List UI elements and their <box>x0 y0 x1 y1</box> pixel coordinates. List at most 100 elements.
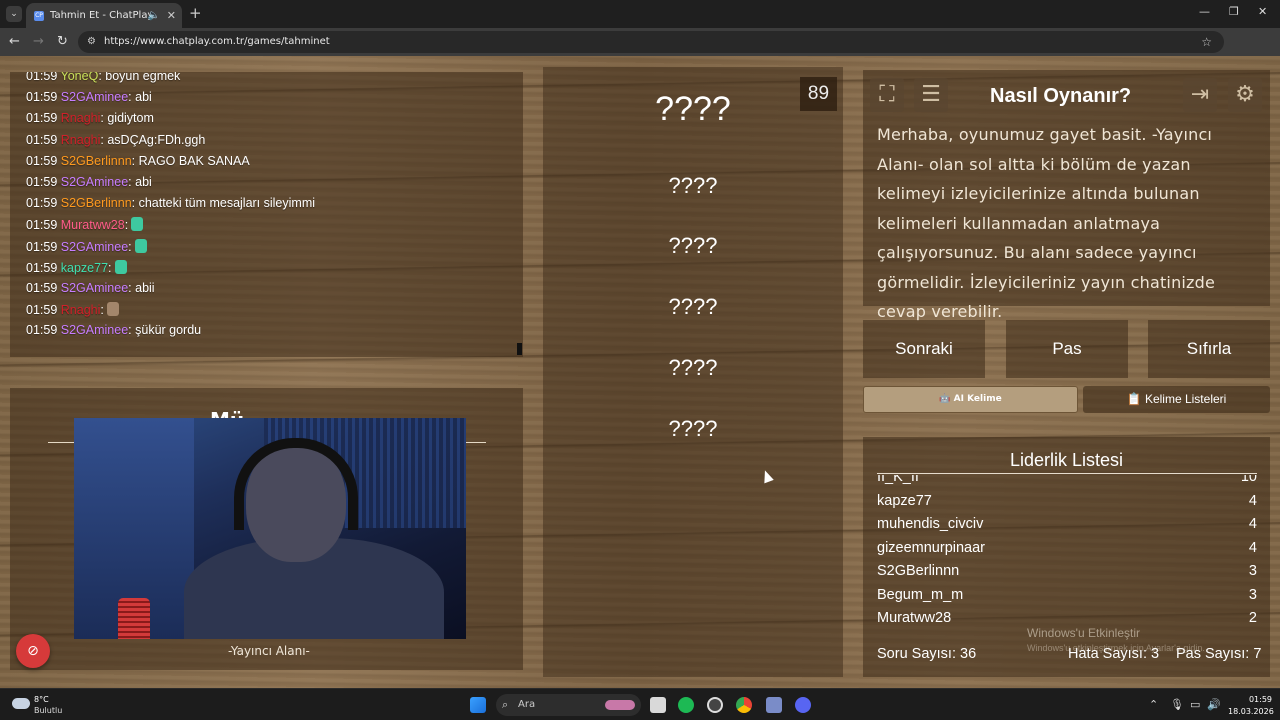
webcam-overlay <box>74 418 466 639</box>
chat-emote-icon <box>134 238 147 253</box>
chat-username[interactable]: S2GAminee <box>61 90 128 104</box>
chat-time: 01:59 <box>26 72 58 83</box>
streamer-area-label: -Yayıncı Alanı- <box>228 644 310 658</box>
leaderboard-list[interactable]: II_K_II 10 kapze77 4 muhendis_civciv 4 gizeemn… <box>877 475 1257 635</box>
windows-start-icon[interactable] <box>470 697 486 713</box>
reset-button[interactable]: Sıfırla <box>1148 320 1270 378</box>
chat-message: 01:59 Rnaghi: gidiytom <box>26 111 154 125</box>
leaderboard-score: 4 <box>1248 539 1257 556</box>
leaderboard-row: gizeemnurpinaar 4 <box>877 540 1257 560</box>
settings-gear-icon[interactable]: ⚙ <box>1228 78 1262 112</box>
chat-time: 01:59 <box>26 218 58 233</box>
chat-username[interactable]: S2GBerlinnn <box>61 196 132 210</box>
new-tab-plus-icon[interactable]: + <box>189 4 202 22</box>
next-button[interactable]: Sonraki <box>863 320 985 378</box>
chat-emote-icon <box>114 259 127 274</box>
tab-close-icon[interactable]: ✕ <box>167 3 176 28</box>
chat-username[interactable]: S2GBerlinnn <box>61 154 132 168</box>
chat-username[interactable]: kapze77 <box>61 261 108 275</box>
leaderboard-score: 2 <box>1248 610 1257 626</box>
chat-time: 01:59 <box>26 111 58 126</box>
chrome-icon[interactable] <box>736 697 752 713</box>
chat-username[interactable]: Rnaghi <box>61 111 101 125</box>
chat-username[interactable]: S2GAminee <box>61 323 128 337</box>
chat-username[interactable]: S2GAminee <box>61 281 128 295</box>
chat-scrollbar[interactable] <box>517 343 522 355</box>
chat-time: 01:59 <box>26 323 58 338</box>
back-arrow-icon[interactable]: ← <box>9 34 20 49</box>
forbidden-word-1: ???? <box>668 173 718 198</box>
chat-message: 01:59 YoneQ: boyun eğmek <box>26 72 180 83</box>
chat-text: : abii <box>128 281 155 295</box>
game-page: 01:59 YoneQ: boyun eğmek 01:59 S2GAminee:… <box>0 56 1280 688</box>
chat-username[interactable]: Rnaghi <box>61 133 101 147</box>
spotify-icon[interactable] <box>678 697 694 713</box>
weather-temperature[interactable]: 8°C <box>34 695 49 704</box>
chat-text: : chatteki tüm mesajları sileyimmi <box>131 196 316 211</box>
forbidden-word-5: ???? <box>668 416 718 441</box>
browser-tab[interactable]: CP Tahmin Et - ChatPlay 🔈 ✕ <box>26 3 182 28</box>
tray-chevron-icon[interactable]: ⌃ <box>1149 698 1158 711</box>
chat-text: : <box>100 303 104 318</box>
task-view-icon[interactable] <box>650 697 666 713</box>
site-info-icon[interactable]: ⚙ <box>87 31 96 53</box>
leaderboard-name: kapze77 <box>877 492 932 509</box>
ai-word-tab[interactable]: 🤖 AI Kelime <box>863 386 1078 413</box>
word-lists-tab[interactable]: 📋 Kelime Listeleri <box>1083 386 1270 413</box>
exit-icon[interactable]: ⇥ <box>1183 78 1217 112</box>
chat-text: : <box>124 218 129 233</box>
pass-button[interactable]: Pas <box>1006 320 1128 378</box>
chat-message: 01:59 S2GAminee: abii <box>26 281 155 295</box>
chat-time: 01:59 <box>26 90 58 105</box>
taskbar-search[interactable]: ⌕ Ara <box>496 694 641 716</box>
chat-text: : boyun eğmek <box>98 72 181 83</box>
activation-watermark-sub: Windows'u etkinleştirmek için Ayarlar'a … <box>1027 643 1205 653</box>
chat-username[interactable]: Rnaghi <box>61 303 101 317</box>
reload-icon[interactable]: ↻ <box>57 34 68 49</box>
chat-username[interactable]: YoneQ <box>61 72 99 83</box>
weather-description[interactable]: Bulutlu <box>34 706 62 715</box>
chat-time: 01:59 <box>26 239 58 254</box>
chat-message: 01:59 S2GAminee: abi <box>26 90 152 104</box>
chat-text: : abi <box>128 90 152 105</box>
search-icon: ⌕ <box>502 698 509 711</box>
chat-time: 01:59 <box>26 303 58 318</box>
fullscreen-icon[interactable]: ⛶ <box>870 78 904 112</box>
tab-audio-icon[interactable]: 🔈 <box>148 3 160 28</box>
chat-text: : şükür gordu <box>128 323 202 338</box>
tab-search-chevron-icon[interactable]: ⌄ <box>6 6 22 22</box>
chat-username[interactable]: S2GAminee <box>61 240 128 254</box>
cloud-weather-icon[interactable] <box>12 698 30 709</box>
chat-text: : asDÇAg:FDh.ggh <box>100 132 206 147</box>
forbidden-word-3: ???? <box>668 294 718 319</box>
chat-message: 01:59 Rnaghi: asDÇAg:FDh.ggh <box>26 133 205 147</box>
minimize-icon[interactable]: — <box>1199 5 1210 18</box>
search-highlight-icon <box>605 700 635 710</box>
discord-icon[interactable] <box>795 697 811 713</box>
restore-icon[interactable]: ❐ <box>1229 5 1239 18</box>
chat-message: 01:59 S2GAminee: abi <box>26 175 152 189</box>
activation-watermark-title: Windows'u Etkinleştir <box>1027 626 1140 640</box>
microphone-icon[interactable]: 🎙 <box>1170 698 1184 711</box>
url-bar[interactable]: ⚙ https://www.chatplay.com.tr/games/tahm… <box>78 31 1224 53</box>
system-clock[interactable]: 01:59 18.03.2026 <box>1228 694 1274 718</box>
forward-arrow-icon[interactable]: → <box>33 34 44 49</box>
chat-username[interactable]: S2GAminee <box>61 175 128 189</box>
window-close-icon[interactable]: ✕ <box>1258 5 1267 18</box>
record-stop-button[interactable]: ⊘ <box>16 634 50 668</box>
browser-tab-strip: ⌄ CP Tahmin Et - ChatPlay 🔈 ✕ + — ❐ ✕ <box>0 0 1280 28</box>
leaderboard-row: muhendis_civciv 4 <box>877 516 1257 536</box>
obs-icon[interactable] <box>707 697 723 713</box>
volume-icon[interactable]: 🔊 <box>1207 698 1221 711</box>
chat-message: 01:59 Muratww28: <box>26 217 144 233</box>
chat-emote-icon <box>106 302 119 317</box>
chat-emote-icon <box>131 217 144 232</box>
target-word: ???? <box>655 90 731 128</box>
network-icon[interactable]: ▭ <box>1190 698 1200 711</box>
app-icon[interactable] <box>766 697 782 713</box>
chat-username[interactable]: Muratww28 <box>61 218 125 232</box>
bookmark-star-icon[interactable]: ☆ <box>1201 31 1212 53</box>
address-toolbar: ← → ↻ ⚙ https://www.chatplay.com.tr/game… <box>0 28 1280 78</box>
rules-document-icon[interactable]: ☰ <box>914 78 948 112</box>
chat-message: 01:59 kapze77: <box>26 259 127 275</box>
